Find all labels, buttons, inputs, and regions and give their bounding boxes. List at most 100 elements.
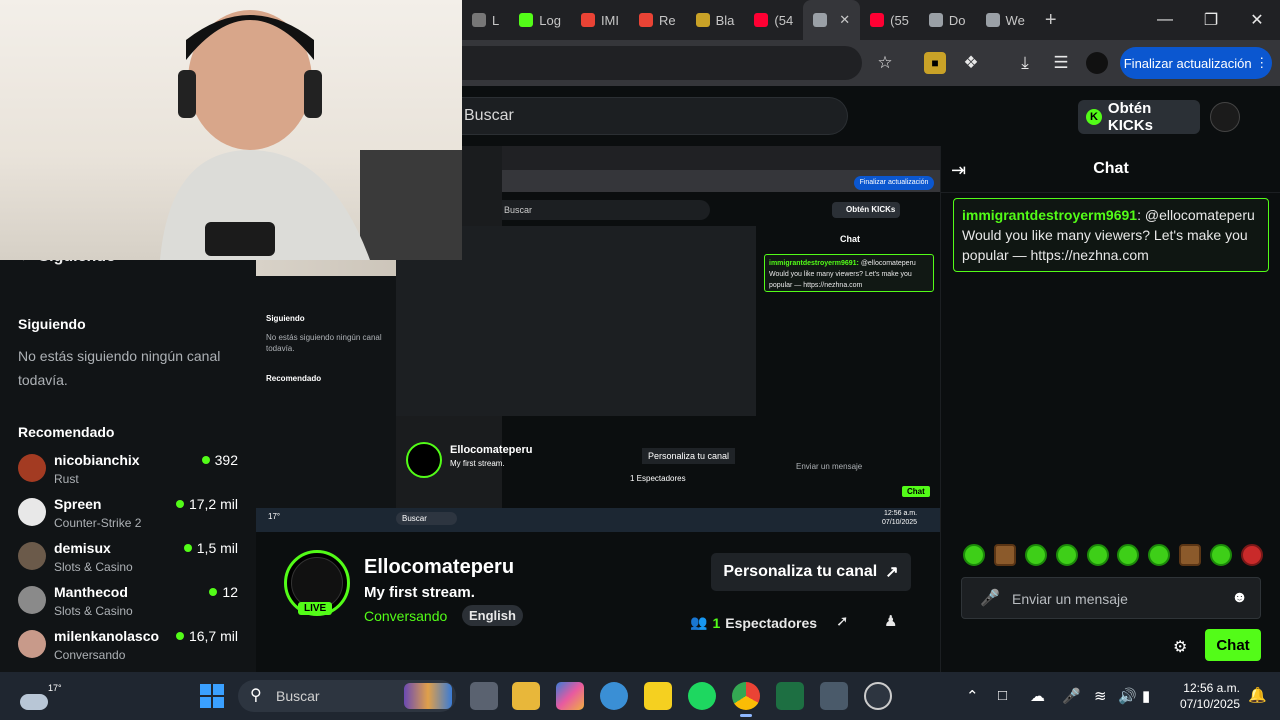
- chrome-icon[interactable]: [732, 682, 760, 717]
- search-input[interactable]: Buscar: [462, 97, 848, 135]
- notification-icon[interactable]: 🔔: [1248, 686, 1267, 704]
- channel-name[interactable]: Ellocomateperu: [364, 556, 514, 579]
- viewer-count: 1,5 mil: [183, 540, 238, 556]
- profile-avatar[interactable]: [1086, 52, 1108, 74]
- excel-icon[interactable]: [776, 682, 804, 710]
- emote-icon[interactable]: [993, 544, 1016, 566]
- start-button[interactable]: [200, 684, 224, 708]
- browser-tab[interactable]: We: [976, 0, 1035, 40]
- mini-browser-tabs: [502, 146, 940, 170]
- chat-send-button[interactable]: Chat: [1205, 629, 1261, 661]
- mini-taskbar: 17° Buscar 12:56 a.m. 07/10/2025: [256, 508, 940, 532]
- emoji-icon[interactable]: ☻: [1231, 589, 1248, 607]
- sticky-notes-icon[interactable]: [644, 682, 672, 710]
- live-dot-icon: [175, 500, 184, 508]
- sidebar-channel-manthecod[interactable]: Manthecod Slots & Casino 12: [18, 584, 242, 624]
- emote-icon[interactable]: [963, 544, 985, 566]
- browser-tab[interactable]: L: [462, 0, 509, 40]
- tab-favicon-icon: [472, 13, 486, 27]
- emote-icon[interactable]: [1148, 544, 1171, 566]
- battery-icon[interactable]: ▮: [1142, 687, 1150, 705]
- browser-tab[interactable]: Re: [629, 0, 686, 40]
- get-kicks-button[interactable]: K Obtén KICKs: [1078, 100, 1200, 134]
- close-window-icon[interactable]: ✕: [1234, 0, 1280, 40]
- extension-icon[interactable]: ■: [924, 52, 946, 74]
- channel-info: LIVE Ellocomateperu My first stream. Con…: [256, 532, 940, 672]
- tab-favicon-icon: [695, 13, 710, 27]
- external-link-icon: ↗: [885, 564, 899, 581]
- live-dot-icon: [183, 544, 192, 552]
- kick-coin-icon: K: [1086, 109, 1102, 125]
- microphone-icon[interactable]: 🎤: [980, 588, 1000, 608]
- browser-tab[interactable]: Log: [509, 0, 571, 40]
- system-clock[interactable]: 12:56 a.m. 07/10/2025: [1176, 680, 1240, 712]
- emote-icon[interactable]: [1117, 544, 1140, 566]
- bookmark-star-icon[interactable]: ☆: [874, 52, 896, 74]
- emote-icon[interactable]: [1055, 544, 1078, 566]
- kick-header: Buscar K Obtén KICKs: [462, 86, 1280, 146]
- browser-toolbar: ☆ ■ ❖ ⤓ ☰ Finalizar actualización ⋮: [462, 40, 1280, 86]
- sidebar-channel-demisux[interactable]: demisux Slots & Casino 1,5 mil: [18, 540, 242, 580]
- chat-username[interactable]: immigrantdestroyerm9691: [962, 207, 1137, 223]
- stream-category[interactable]: Conversando: [364, 608, 447, 624]
- file-explorer-icon[interactable]: [512, 682, 540, 710]
- copilot-icon[interactable]: [556, 682, 584, 710]
- app-notification-icon[interactable]: [864, 682, 892, 710]
- avatar: [18, 498, 46, 526]
- chat-message-input[interactable]: 🎤 Enviar un mensaje ☻: [961, 577, 1261, 619]
- language-tag[interactable]: English: [462, 605, 523, 626]
- minimize-icon[interactable]: —: [1142, 0, 1188, 40]
- gear-icon[interactable]: ⚙: [1173, 637, 1187, 657]
- emote-icon[interactable]: [1240, 544, 1263, 566]
- download-icon[interactable]: ⤓: [1014, 52, 1036, 74]
- follow-user-icon[interactable]: ♟: [884, 612, 897, 630]
- tray-app-icon[interactable]: □: [998, 687, 1007, 704]
- chevron-up-icon[interactable]: ⌃: [966, 687, 979, 705]
- close-tab-icon[interactable]: ✕: [839, 12, 850, 28]
- mini-following: Siguiendo: [266, 314, 305, 323]
- weather-widget[interactable]: 17°: [16, 680, 62, 712]
- address-bar[interactable]: [462, 46, 862, 80]
- customize-channel-button[interactable]: Personaliza tu canal ↗: [711, 553, 911, 591]
- browser-tab[interactable]: Bla: [686, 0, 745, 40]
- volume-icon[interactable]: 🔊: [1118, 687, 1137, 705]
- emote-icon[interactable]: [1210, 544, 1232, 566]
- sidebar-channel-nicobianchix[interactable]: nicobianchix Rust 392: [18, 452, 242, 492]
- recommended-heading: Recomendado: [18, 424, 115, 440]
- browser-tab[interactable]: Do: [919, 0, 976, 40]
- chat-divider: [941, 192, 1280, 193]
- live-badge: LIVE: [298, 602, 333, 615]
- extensions-puzzle-icon[interactable]: ❖: [960, 52, 982, 74]
- emote-icon[interactable]: [1179, 544, 1202, 566]
- finish-update-button[interactable]: Finalizar actualización ⋮: [1120, 47, 1272, 79]
- sidebar-channel-milenkanolasco[interactable]: milenkanolasco Conversando 16,7 mil: [18, 628, 242, 668]
- calculator-icon[interactable]: [820, 682, 848, 710]
- sidebar-channel-spreen[interactable]: Spreen Counter-Strike 2 17,2 mil: [18, 496, 242, 536]
- emote-icon[interactable]: [1024, 544, 1047, 566]
- spotify-icon[interactable]: [688, 682, 716, 710]
- task-view-icon[interactable]: [470, 682, 498, 710]
- user-avatar[interactable]: [1210, 102, 1240, 132]
- media-control-icon[interactable]: ☰: [1050, 52, 1072, 74]
- browser-tab[interactable]: (54: [744, 0, 803, 40]
- app-icon[interactable]: [600, 682, 628, 710]
- cloud-tray-icon[interactable]: ☁: [1030, 687, 1045, 705]
- viewer-count: 16,7 mil: [175, 628, 238, 644]
- mini-time: 12:56 a.m.: [884, 510, 918, 517]
- browser-tab[interactable]: IMI: [571, 0, 629, 40]
- new-tab-button[interactable]: +: [1035, 0, 1067, 40]
- share-icon[interactable]: ➚: [836, 612, 849, 630]
- browser-tab[interactable]: ✕: [803, 0, 861, 40]
- emote-icon[interactable]: [1086, 544, 1109, 566]
- browser-tab[interactable]: (55: [860, 0, 919, 40]
- restore-icon[interactable]: ❐: [1188, 0, 1234, 40]
- mini-viewers: 1 Espectadores: [630, 474, 686, 483]
- taskbar-search[interactable]: ⚲ Buscar: [238, 680, 456, 712]
- search-icon: ⚲: [250, 687, 262, 704]
- webcam-person-image: [160, 10, 462, 260]
- microphone-tray-icon[interactable]: 🎤: [1062, 687, 1081, 705]
- wifi-icon[interactable]: ≋: [1094, 687, 1107, 705]
- webcam-overlay: [0, 0, 462, 260]
- live-dot-icon: [175, 632, 184, 640]
- mini-chat-input: Enviar un mensaje: [796, 462, 863, 471]
